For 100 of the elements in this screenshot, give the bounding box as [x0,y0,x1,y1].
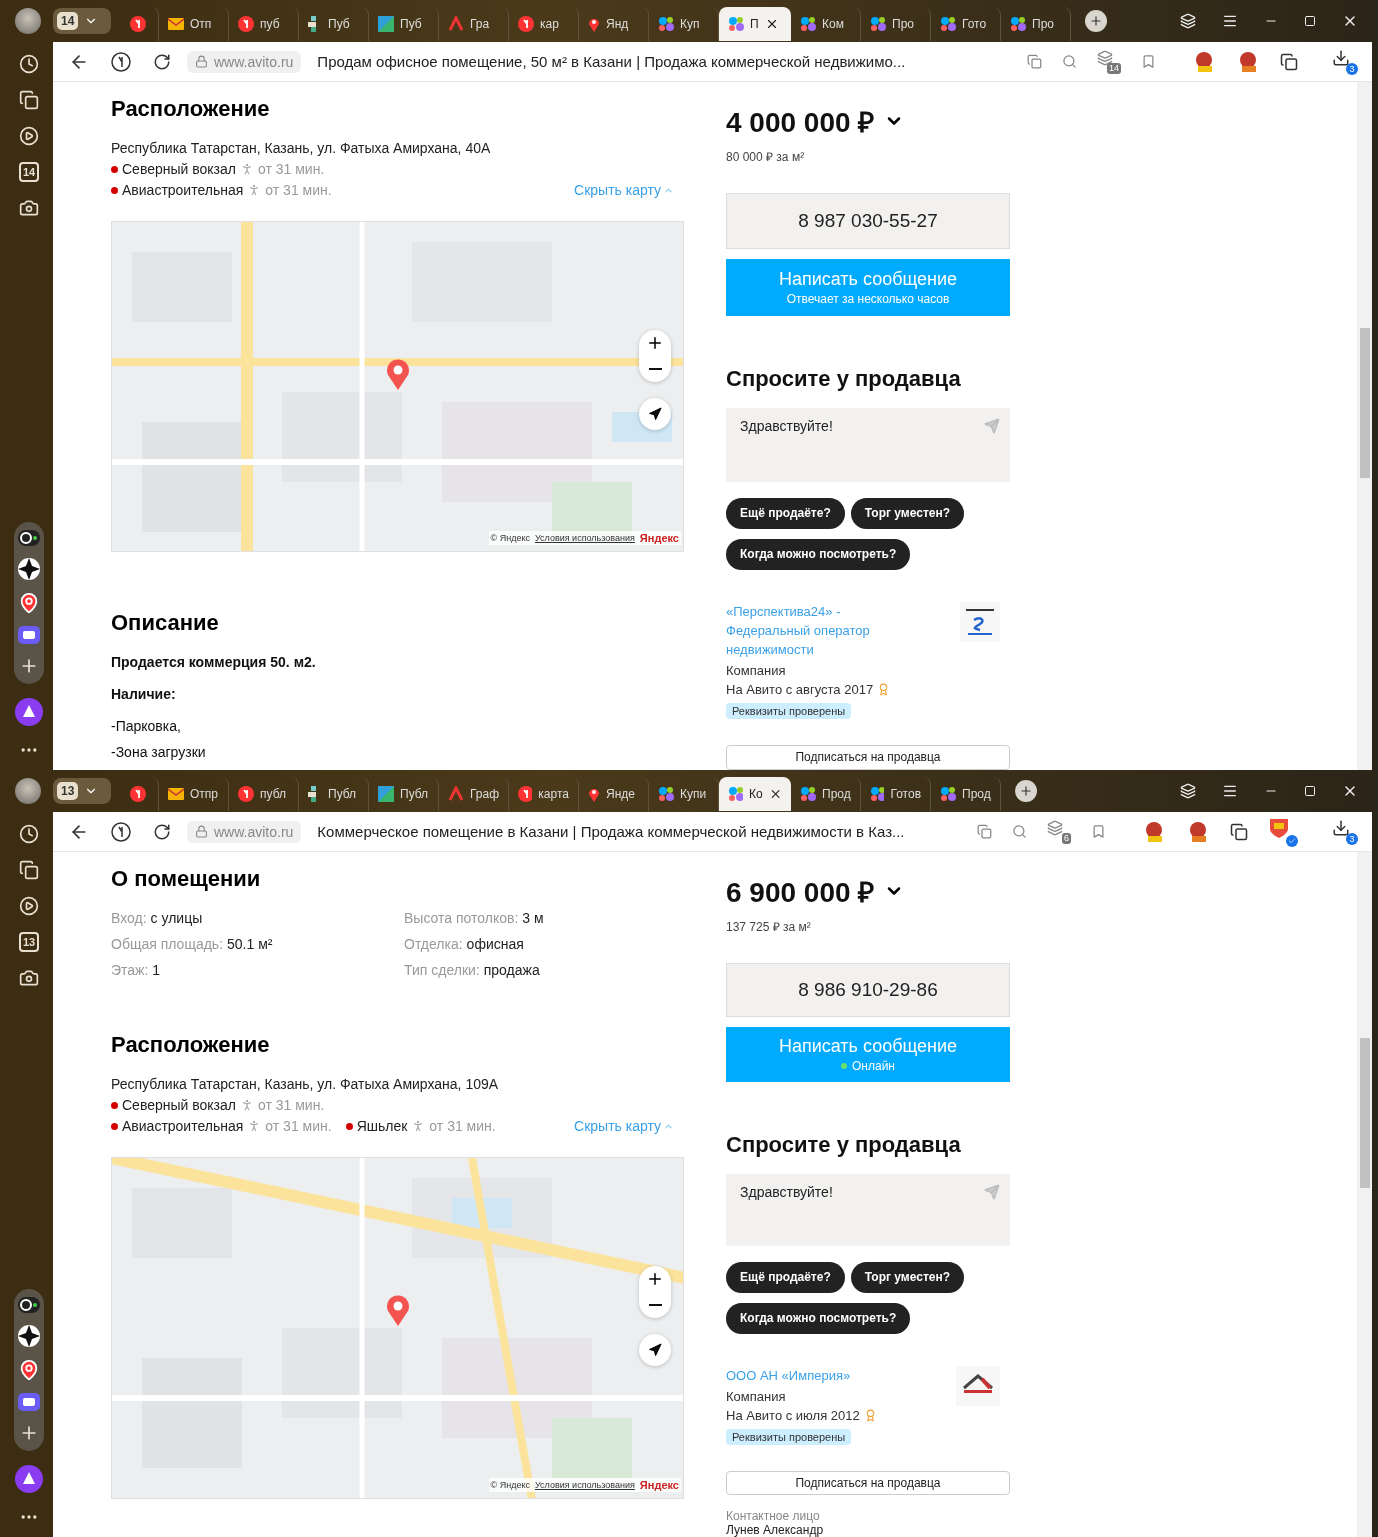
history-icon[interactable] [19,824,39,844]
quick-question-button[interactable]: Торг уместен? [850,1261,964,1293]
map-pin-icon[interactable] [18,592,40,614]
browser-tab[interactable]: Янд [579,7,649,41]
scrollbar[interactable] [1357,82,1372,770]
toggle-icon[interactable] [18,530,40,546]
browser-tab[interactable]: Прод [791,777,861,811]
online-dot [841,1063,847,1070]
sidebar-icon[interactable] [1230,822,1248,841]
browser-tab[interactable]: Про [861,7,931,41]
restore-icon[interactable] [1304,15,1316,27]
assistant-icon[interactable] [15,698,43,726]
browser-tab[interactable]: Публ [299,777,369,811]
play-icon[interactable] [19,896,39,916]
dots-icon [728,16,744,32]
message-field[interactable]: Здравствуйте! [726,408,1010,482]
collections-icon[interactable] [19,860,39,880]
phone-button[interactable]: 8 987 030-55-27 [726,193,1010,250]
menu-icon[interactable] [1222,13,1238,29]
terms-link[interactable]: Условия использования [534,1480,635,1490]
browser-tab[interactable]: Ком [791,7,861,41]
tab-counter[interactable]: 13 [53,778,111,804]
envelope-icon [168,788,184,800]
quick-question-button[interactable]: Когда можно посмотреть? [726,538,911,570]
new-tab-button[interactable] [1085,10,1107,32]
tabs-icon[interactable] [1180,783,1196,799]
browser-tab[interactable]: П [719,7,791,41]
browser-tab[interactable]: кар [509,7,579,41]
collections-icon[interactable] [19,90,39,110]
menu-icon[interactable] [1222,783,1238,799]
compass-icon[interactable] [18,558,40,580]
param-value: 50.1 м² [227,936,273,954]
toggle-icon[interactable] [18,1297,40,1313]
metro-dot [111,1101,118,1109]
verified-tag: Реквизиты проверены [726,702,852,719]
new-tab-button[interactable] [1015,780,1037,802]
browser-tab[interactable]: Про [1001,7,1071,41]
reload-icon[interactable] [153,52,171,71]
search-engine-icon [518,16,534,32]
browser-tab[interactable]: Публ [369,777,439,811]
search-icon[interactable] [1012,824,1027,839]
map-pin-icon[interactable] [18,1359,40,1381]
browser-tab[interactable]: Прод [931,777,1001,811]
quick-question-button[interactable]: Когда можно посмотреть? [726,1302,911,1334]
history-icon[interactable] [19,54,39,74]
restore-icon[interactable] [1304,785,1316,797]
compass-icon[interactable] [18,1325,40,1347]
camera-icon[interactable] [19,198,39,218]
browser-tab[interactable]: пуб [229,7,299,41]
browser-logo-icon[interactable] [111,51,131,72]
camera-icon[interactable] [19,968,39,988]
assistant-icon[interactable] [15,1465,43,1493]
dots-icon [728,786,744,802]
bookmark-icon[interactable] [1141,54,1156,69]
quick-question-button[interactable]: Ещё продаёте? [726,1261,845,1293]
copy-icon[interactable] [977,824,992,839]
calendar-icon[interactable]: 14 [19,162,39,182]
quick-question-button[interactable]: Торг уместен? [850,497,964,529]
metro-dot [111,186,118,194]
browser-tab[interactable]: Гра [439,7,509,41]
browser-tab[interactable]: Граф [439,777,509,811]
browser-tab[interactable]: Готов [861,777,931,811]
browser-tab[interactable]: Янде [579,777,649,811]
browser-tab[interactable]: Пуб [299,7,369,41]
scrollbar[interactable] [1357,852,1372,1537]
contact-label: Контактное лицо [726,1509,821,1523]
browser-tab[interactable]: карта [509,777,579,811]
browser-tab[interactable]: публ [229,777,299,811]
browser-tab[interactable]: Гото [931,7,1001,41]
browser-tab[interactable]: Отп [159,7,229,41]
chat-app-icon[interactable] [18,1393,40,1411]
terms-link[interactable]: Условия использования [534,533,635,543]
message-field[interactable]: Здравствуйте! [726,1174,1010,1246]
tabs-icon[interactable] [1180,13,1196,29]
chat-app-icon[interactable] [18,626,40,644]
chart-icon [448,786,464,802]
sidebar-icon[interactable] [1280,52,1298,71]
profile-avatar[interactable] [15,8,41,34]
section-heading: Расположение [111,1032,271,1058]
calendar-icon[interactable]: 13 [19,932,39,952]
browser-tab[interactable]: Пуб [369,7,439,41]
subscribe-button[interactable]: Подписаться на продавца [726,744,1010,770]
phone-button[interactable]: 8 986 910-29-86 [726,963,1010,1018]
search-engine-icon [238,786,254,802]
reload-icon[interactable] [153,822,171,841]
browser-tab[interactable]: Отпр [159,777,229,811]
copy-icon[interactable] [1027,54,1042,69]
play-icon[interactable] [19,126,39,146]
browser-tab[interactable]: Ко [719,777,791,811]
page-title: Продам офисное помещение, 50 м² в Казани | Продажа коммерческой недвижимо... [317,53,906,70]
browser-logo-icon[interactable] [111,821,131,842]
bookmark-icon[interactable] [1091,824,1106,839]
subscribe-button[interactable]: Подписаться на продавца [726,1470,1010,1495]
profile-avatar[interactable] [15,778,41,804]
param-value: офисная [466,936,524,954]
tab-counter[interactable]: 14 [53,8,111,34]
shield-icon[interactable] [1268,816,1298,847]
arrow-icon [648,1343,662,1357]
search-icon[interactable] [1062,54,1077,69]
quick-question-button[interactable]: Ещё продаёте? [726,497,845,529]
